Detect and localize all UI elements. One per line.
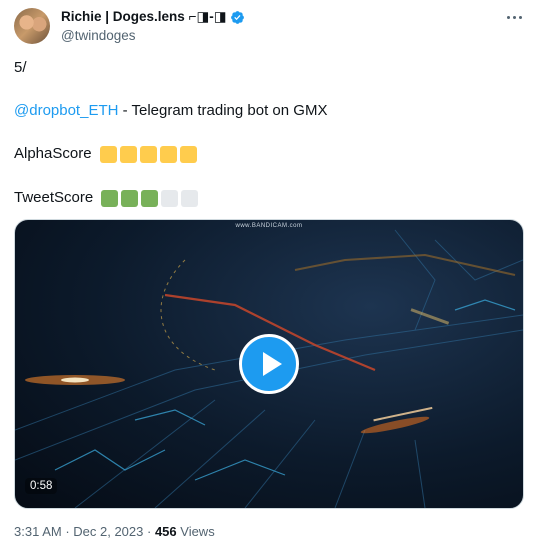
meta-separator-1: · [61,524,74,539]
video-player[interactable]: www.BANDICAM.com 0:58 [14,219,524,509]
tweet-score-square-filled [101,189,119,207]
mention-link[interactable]: @dropbot_ETH [14,102,118,119]
author-handle[interactable]: @twindoges [61,28,136,43]
alpha-score-squares [99,145,197,163]
alpha-score-line: AlphaScore [14,145,197,163]
tweet-time[interactable]: 3:31 AM [14,524,62,539]
tweet-meta: 3:31 AM · Dec 2, 2023 · 456 Views [14,524,215,539]
author-name-row: Richie | Doges.lens ⌐◨-◨ [61,9,245,25]
views-count: 456 [154,524,177,539]
tweet-score-line: TweetScore [14,189,199,207]
avatar[interactable] [14,8,50,44]
alpha-score-square-filled [159,145,177,163]
tweet-card: Richie | Doges.lens ⌐◨-◨ @twindoges 5/ @… [0,0,533,545]
tweet-text-rest: - Telegram trading bot on GMX [118,102,328,119]
tweet-date[interactable]: Dec 2, 2023 [73,524,143,539]
play-button-icon[interactable] [239,334,299,394]
alpha-score-square-filled [99,145,117,163]
views-label: Views [176,524,215,539]
author-display-name[interactable]: Richie | Doges.lens ⌐◨-◨ [61,9,226,25]
tweet-score-square-filled [121,189,139,207]
tweet-score-squares [101,189,199,207]
tweet-text-line-1: 5/ [14,59,27,76]
meta-separator-2: · [143,524,155,539]
tweet-text-line-2: @dropbot_ETH - Telegram trading bot on G… [14,102,327,119]
tweet-score-square-empty [181,189,199,207]
tweet-score-label: TweetScore [14,189,94,206]
alpha-score-square-filled [179,145,197,163]
alpha-score-label: AlphaScore [14,145,92,162]
more-options-icon[interactable] [504,8,524,26]
alpha-score-square-filled [139,145,157,163]
tweet-score-square-filled [141,189,159,207]
verified-badge-icon [231,10,245,24]
alpha-score-square-filled [119,145,137,163]
watermark-text: www.BANDICAM.com [235,223,303,229]
tweet-score-square-empty [161,189,179,207]
video-duration: 0:58 [25,478,58,494]
